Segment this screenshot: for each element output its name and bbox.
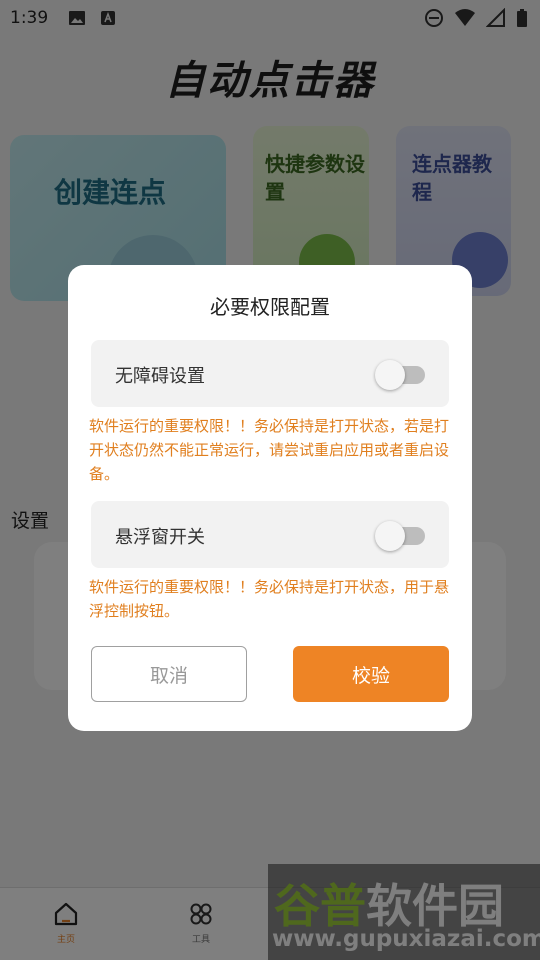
floating-window-note: 软件运行的重要权限！！务必保持是打开状态，用于悬浮控制按钮。: [89, 578, 450, 620]
accessibility-toggle[interactable]: [375, 360, 425, 390]
accessibility-setting-label: 无障碍设置: [115, 366, 205, 387]
accessibility-toggle-thumb: [375, 360, 405, 390]
floating-window-toggle[interactable]: [375, 521, 425, 551]
cancel-button[interactable]: 取消: [91, 646, 247, 702]
accessibility-setting-row[interactable]: 无障碍设置: [91, 340, 449, 407]
floating-window-row[interactable]: 悬浮窗开关: [91, 501, 449, 568]
accessibility-note: 软件运行的重要权限！！务必保持是打开状态，若是打开状态仍然不能正常运行，请尝试重…: [89, 417, 450, 483]
verify-button[interactable]: 校验: [293, 646, 449, 702]
permission-dialog: 必要权限配置 无障碍设置 软件运行的重要权限！！务必保持是打开状态，若是打开状态…: [68, 265, 472, 731]
floating-window-label: 悬浮窗开关: [115, 527, 205, 548]
dialog-title: 必要权限配置: [210, 295, 330, 319]
floating-window-toggle-thumb: [375, 521, 405, 551]
